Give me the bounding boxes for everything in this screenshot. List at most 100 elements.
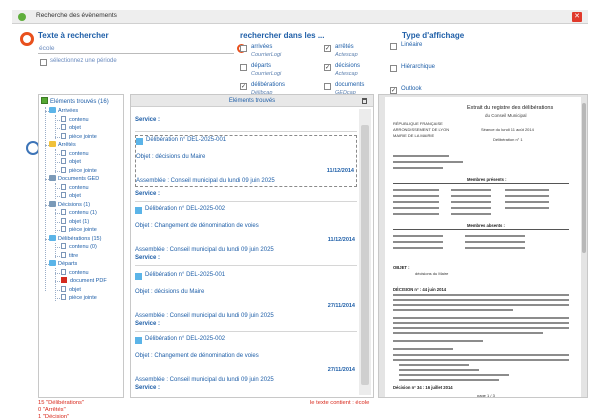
search-window: Recherche des évènements ✕ Texte à reche… — [12, 10, 588, 420]
results-header: Eléments trouvés — [131, 95, 373, 107]
result-objet: Objet : Changement de dénomination de vo… — [135, 223, 259, 229]
period-checkbox[interactable] — [40, 59, 47, 66]
service-label: Service : — [135, 255, 161, 261]
deliberations-checkbox[interactable]: ✓ — [240, 83, 247, 90]
tree-folder[interactable]: Arrivées — [49, 107, 78, 114]
option-label: départs — [251, 63, 272, 69]
tree-node-label: Documents GED — [58, 176, 100, 182]
tree-leaf[interactable]: pièce jointe — [61, 294, 97, 301]
folder-icon — [49, 234, 56, 241]
scrollbar-thumb[interactable] — [361, 125, 369, 385]
tree-node-label: objet — [69, 159, 81, 165]
lifebuoy-icon — [20, 32, 34, 46]
folder-icon — [49, 141, 56, 147]
preview-session: Séance du lundi 11 août 2014 — [481, 127, 534, 132]
option-app-name: CourrierLogi — [251, 52, 282, 58]
search-input[interactable] — [38, 43, 234, 54]
tree-node-label: contenu — [69, 184, 89, 191]
departs-checkbox[interactable] — [240, 64, 247, 71]
tree-leaf[interactable]: titre — [61, 251, 78, 259]
results-tree: Eléments trouvés (16) Arrivées contenu obj… — [38, 94, 124, 398]
tree-leaf[interactable]: pièce jointe — [61, 226, 97, 233]
tree-leaf[interactable]: contenu — [61, 268, 89, 276]
tree-header-label: Eléments trouvés (16) — [50, 99, 109, 105]
results-header-label: Eléments trouvés — [228, 98, 276, 104]
tree-folder[interactable]: Arrêtés — [49, 141, 76, 148]
result-objet: Objet : décisions du Maire — [136, 154, 206, 160]
tree-node-label: objet — [69, 125, 81, 131]
result-item[interactable]: Délibération n° DEL-2025-001 Objet : déc… — [135, 271, 357, 323]
tree-leaf[interactable]: objet — [61, 158, 81, 165]
outlook-checkbox[interactable]: ✓ — [390, 87, 397, 94]
close-button[interactable]: ✕ — [572, 12, 582, 22]
document-icon — [61, 183, 66, 190]
tree-node-label: Départs — [58, 261, 78, 267]
lineaire-checkbox[interactable] — [390, 43, 397, 50]
preview-objet-value: décisions du Maire — [415, 271, 449, 276]
arrivees-checkbox[interactable] — [240, 45, 247, 52]
document-icon — [61, 251, 66, 258]
tree-leaf[interactable]: contenu — [61, 149, 89, 157]
trash-icon[interactable] — [362, 98, 367, 104]
tree-leaf[interactable]: contenu (0) — [61, 243, 97, 250]
tree-node-label: objet (1) — [69, 218, 90, 225]
tree-leaf[interactable]: objet — [61, 285, 81, 293]
service-label: Service : — [135, 321, 161, 327]
search-in-title: rechercher dans les ... — [240, 31, 325, 40]
tree-leaf[interactable]: pièce jointe — [61, 132, 97, 140]
tree-leaf[interactable]: objet — [61, 192, 81, 199]
deliberation-icon — [135, 273, 142, 280]
results-panel: Eléments trouvés Service : Délibération … — [130, 94, 374, 398]
hierarchique-checkbox[interactable] — [390, 65, 397, 72]
deliberation-number: Délibération n° DEL-2025-002 — [145, 336, 226, 342]
result-objet: Objet : décisions du Maire — [135, 289, 205, 295]
tree-folder[interactable]: Décisions (1) — [49, 200, 91, 208]
tree-leaf[interactable]: contenu — [61, 183, 89, 191]
document-icon — [61, 115, 66, 122]
tree-leaf[interactable]: pièce jointe — [61, 166, 97, 174]
tree-node-label: Décisions (1) — [58, 201, 91, 208]
tree-node-label: contenu (0) — [69, 244, 97, 250]
pdf-icon — [61, 277, 67, 283]
preview-header-line: ARRONDISSEMENT DE LYON — [393, 127, 450, 132]
tree-leaf[interactable]: contenu (1) — [61, 209, 97, 216]
service-label: Service : — [135, 117, 161, 123]
document-icon — [61, 226, 66, 232]
folder-icon — [49, 107, 56, 113]
result-item[interactable]: Délibération n° DEL-2025-001 Objet : déc… — [135, 135, 357, 187]
tree-leaf[interactable]: objet (1) — [61, 217, 90, 225]
option-label: documents — [335, 82, 365, 88]
preview-decision-heading-2: Décision n° 34 : 16 juillet 2014 — [393, 385, 453, 390]
option-app-name: Actescap — [335, 52, 358, 58]
result-assembly: Assemblée : Conseil municipal du lundi 0… — [136, 178, 275, 184]
document-icon — [61, 217, 66, 224]
decisions-checkbox[interactable]: ✓ — [324, 64, 331, 71]
service-label: Service : — [135, 385, 161, 391]
results-scrollbar[interactable] — [359, 109, 371, 395]
tree-node-label: objet — [69, 193, 81, 199]
deliberation-icon — [135, 207, 142, 214]
tree-node-label: document PDF — [70, 278, 107, 284]
document-icon — [61, 243, 66, 249]
status-arretes: 0 "Arrêtés" — [38, 407, 66, 413]
option-label: arrivées — [251, 44, 273, 50]
tree-node-label: pièce jointe — [69, 167, 97, 174]
tree-header[interactable]: Eléments trouvés (16) — [41, 97, 109, 105]
tree-root-icon — [41, 97, 48, 104]
arretes-checkbox[interactable]: ✓ — [324, 45, 331, 52]
result-objet: Objet : Changement de dénomination de vo… — [135, 353, 259, 359]
result-item[interactable]: Délibération n° DEL-2025-002 Objet : Cha… — [135, 205, 357, 257]
preview-scrollbar[interactable] — [582, 103, 586, 253]
result-item[interactable]: Délibération n° DEL-2025-002 Objet : Cha… — [135, 335, 357, 387]
tree-leaf[interactable]: document PDF — [61, 277, 107, 284]
preview-title: Extrait du registre des délibérations — [467, 105, 554, 111]
preview-page: Extrait du registre des délibérations du… — [385, 97, 581, 397]
tree-leaf[interactable]: contenu — [61, 115, 89, 123]
documents-checkbox[interactable] — [324, 83, 331, 90]
tree-leaf[interactable]: objet — [61, 124, 81, 131]
tree-folder[interactable]: Départs — [49, 260, 77, 267]
tree-folder[interactable]: Documents GED — [49, 175, 99, 182]
document-icon — [61, 209, 66, 215]
tree-folder[interactable]: Délibérations (15) — [49, 234, 101, 242]
preview-objet-label: OBJET : — [393, 265, 410, 270]
